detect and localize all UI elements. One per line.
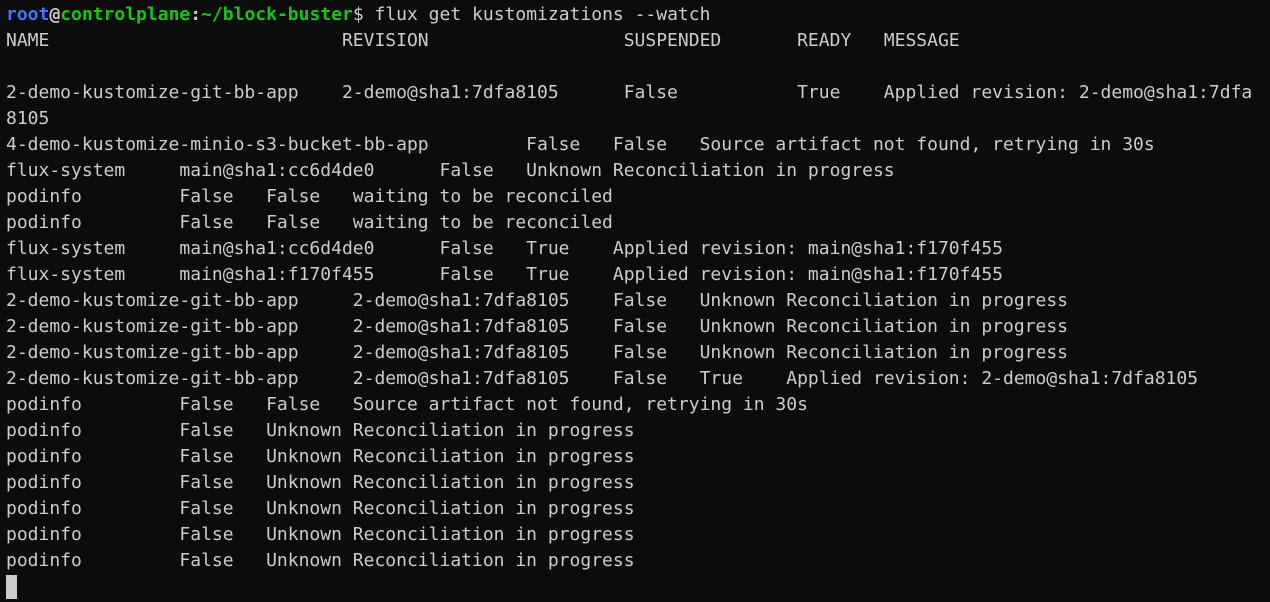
text-cursor	[6, 575, 17, 599]
prompt-path: ~/block-buster	[201, 4, 353, 25]
prompt-dollar: $	[352, 4, 364, 25]
output-line: flux-system main@sha1:cc6d4de0 False Unk…	[6, 160, 895, 181]
output-line: 8105	[6, 108, 50, 129]
terminal-window[interactable]: root@controlplane:~/block-buster$ flux g…	[6, 2, 1268, 600]
output-line: flux-system main@sha1:cc6d4de0 False Tru…	[6, 238, 1003, 259]
cursor-line	[6, 574, 1268, 600]
output-line: podinfo False False Source artifact not …	[6, 394, 808, 415]
output-line: podinfo False Unknown Reconciliation in …	[6, 446, 635, 467]
output-line: 2-demo-kustomize-git-bb-app 2-demo@sha1:…	[6, 316, 1069, 337]
command-prompt-line: root@controlplane:~/block-buster$ flux g…	[6, 2, 1268, 28]
output-line: 4-demo-kustomize-minio-s3-bucket-bb-app …	[6, 134, 1155, 155]
output-line: podinfo False False waiting to be reconc…	[6, 186, 613, 207]
output-line: podinfo False Unknown Reconciliation in …	[6, 420, 635, 441]
prompt-colon: :	[190, 4, 202, 25]
output-line: 2-demo-kustomize-git-bb-app 2-demo@sha1:…	[6, 368, 1199, 389]
prompt-host: controlplane	[60, 4, 191, 25]
output-header-line: NAME REVISION SUSPENDED READY MESSAGE	[6, 30, 960, 51]
output-line: podinfo False False waiting to be reconc…	[6, 212, 613, 233]
output-line: podinfo False Unknown Reconciliation in …	[6, 472, 635, 493]
output-line: flux-system main@sha1:f170f455 False Tru…	[6, 264, 1003, 285]
output-line: podinfo False Unknown Reconciliation in …	[6, 498, 635, 519]
prompt-at: @	[49, 4, 61, 25]
output-line: 2-demo-kustomize-git-bb-app 2-demo@sha1:…	[6, 290, 1069, 311]
command-text: flux get kustomizations --watch	[363, 4, 711, 25]
output-line: 2-demo-kustomize-git-bb-app 2-demo@sha1:…	[6, 82, 1253, 103]
output-line: podinfo False Unknown Reconciliation in …	[6, 550, 635, 571]
prompt-user: root	[6, 4, 50, 25]
output-line: podinfo False Unknown Reconciliation in …	[6, 524, 635, 545]
output-line: 2-demo-kustomize-git-bb-app 2-demo@sha1:…	[6, 342, 1069, 363]
